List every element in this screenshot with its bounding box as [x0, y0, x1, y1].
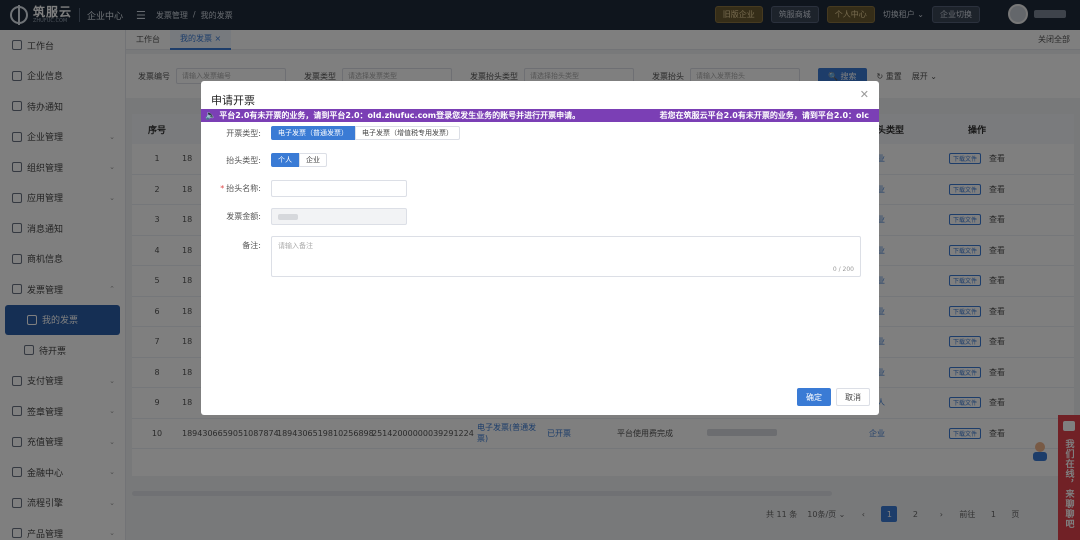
apply-invoice-dialog: 申请开票 ✕ 🔈 平台2.0有未开票的业务，请到平台2.0：old.zhufuc…	[201, 81, 879, 415]
invoice-type-radio-group: 电子发票（普通发票） 电子发票（增值税专用发票）	[271, 126, 460, 140]
amount-row: 发票金额:	[201, 208, 407, 225]
amount-input	[271, 208, 407, 225]
remark-row: 备注: 请输入备注 0 / 200	[201, 236, 861, 277]
dialog-title: 申请开票	[211, 94, 255, 107]
invoice-type-label: 开票类型:	[226, 128, 261, 138]
speaker-icon: 🔈	[205, 110, 217, 121]
notice-banner: 🔈 平台2.0有未开票的业务，请到平台2.0：old.zhufuc.com登录您…	[201, 109, 879, 122]
invoice-type-normal-radio[interactable]: 电子发票（普通发票）	[271, 126, 355, 140]
title-type-company-radio[interactable]: 企业	[299, 153, 327, 167]
notice-text-scrolling: 若您在筑服云平台2.0有未开票的业务，请到平台2.0：olc	[659, 111, 869, 120]
title-name-row: * 抬头名称:	[201, 180, 407, 197]
title-type-personal-radio[interactable]: 个人	[271, 153, 299, 167]
remark-label: 备注:	[242, 241, 261, 250]
dialog-footer: 确定 取消	[797, 388, 870, 406]
notice-text: 平台2.0有未开票的业务，请到平台2.0：old.zhufuc.com登录您发生…	[219, 111, 581, 120]
close-icon[interactable]: ✕	[860, 88, 869, 101]
remark-placeholder: 请输入备注	[278, 242, 313, 250]
confirm-button[interactable]: 确定	[797, 388, 831, 406]
cancel-button[interactable]: 取消	[836, 388, 870, 406]
amount-value-blurred	[278, 214, 298, 220]
invoice-type-row: 开票类型: 电子发票（普通发票） 电子发票（增值税专用发票）	[201, 126, 460, 140]
title-type-row: 抬头类型: 个人 企业	[201, 153, 327, 167]
required-mark: *	[220, 184, 225, 193]
remark-textarea[interactable]: 请输入备注 0 / 200	[271, 236, 861, 277]
amount-label: 发票金额:	[226, 212, 261, 221]
title-name-label: 抬头名称:	[226, 184, 261, 193]
title-name-input[interactable]	[271, 180, 407, 197]
title-type-radio-group: 个人 企业	[271, 153, 327, 167]
title-type-label: 抬头类型:	[226, 155, 261, 165]
remark-char-counter: 0 / 200	[832, 266, 854, 273]
invoice-type-special-radio[interactable]: 电子发票（增值税专用发票）	[355, 126, 460, 140]
